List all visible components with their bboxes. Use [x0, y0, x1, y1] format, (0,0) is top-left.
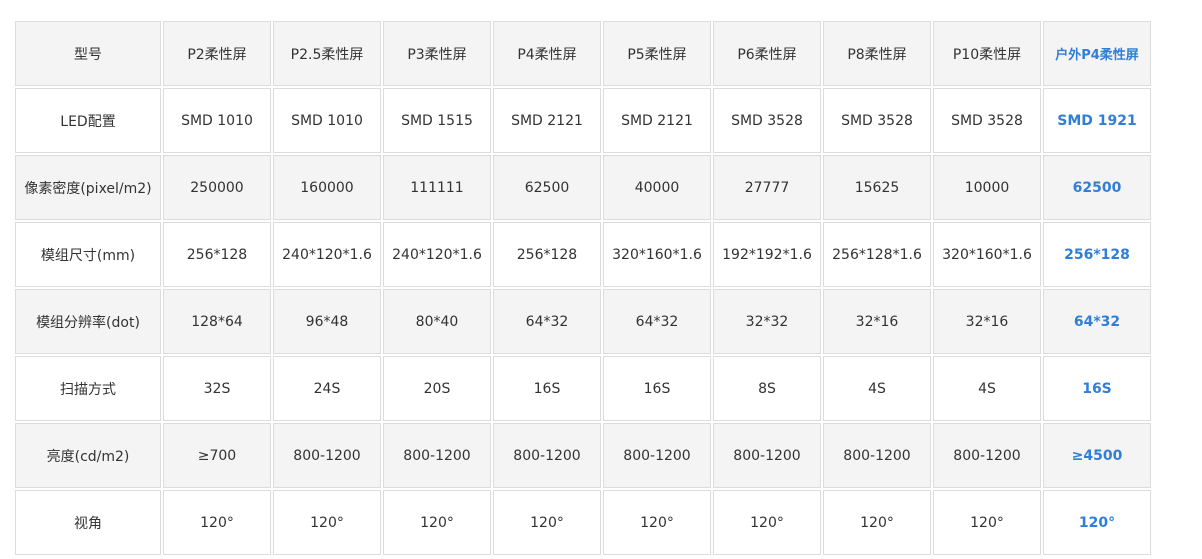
table-cell: 64*32 — [1043, 289, 1151, 354]
table-cell: 120° — [603, 490, 711, 555]
header-cell: 户外P4柔性屏 — [1043, 21, 1151, 86]
table-cell: 10000 — [933, 155, 1041, 220]
table-cell: 256*128 — [1043, 222, 1151, 287]
table-cell: SMD 1921 — [1043, 88, 1151, 153]
table-cell: 320*160*1.6 — [603, 222, 711, 287]
table-cell: SMD 1010 — [273, 88, 381, 153]
spec-table-container: 型号 P2柔性屏 P2.5柔性屏 P3柔性屏 P4柔性屏 P5柔性屏 P6柔性屏 P8柔性屏 P… — [13, 19, 1153, 557]
header-cell: P5柔性屏 — [603, 21, 711, 86]
table-cell: 32S — [163, 356, 271, 421]
table-header-row: 型号 P2柔性屏 P2.5柔性屏 P3柔性屏 P4柔性屏 P5柔性屏 P6柔性屏 P8柔性屏 P… — [15, 21, 1151, 86]
table-cell: 120° — [273, 490, 381, 555]
table-row: 模组分辨率(dot) 128*64 96*48 80*40 64*32 64*32 32*3… — [15, 289, 1151, 354]
table-cell: SMD 3528 — [823, 88, 931, 153]
table-cell: 62500 — [493, 155, 601, 220]
table-cell: 256*128*1.6 — [823, 222, 931, 287]
table-cell: 40000 — [603, 155, 711, 220]
table-cell: SMD 3528 — [933, 88, 1041, 153]
table-cell: 800-1200 — [603, 423, 711, 488]
table-cell: 120° — [1043, 490, 1151, 555]
table-cell: SMD 3528 — [713, 88, 821, 153]
table-row: LED配置 SMD 1010 SMD 1010 SMD 1515 SMD 2121 SMD… — [15, 88, 1151, 153]
table-cell: 16S — [1043, 356, 1151, 421]
table-cell: 192*192*1.6 — [713, 222, 821, 287]
table-cell: 160000 — [273, 155, 381, 220]
table-cell: 800-1200 — [493, 423, 601, 488]
table-cell: 4S — [933, 356, 1041, 421]
header-cell: P8柔性屏 — [823, 21, 931, 86]
table-cell: 256*128 — [493, 222, 601, 287]
table-cell: 256*128 — [163, 222, 271, 287]
table-cell: 800-1200 — [933, 423, 1041, 488]
row-label: 模组尺寸(mm) — [15, 222, 161, 287]
table-row: 视角 120° 120° 120° 120° 120° 120° 120° 120° 120° — [15, 490, 1151, 555]
table-cell: 320*160*1.6 — [933, 222, 1041, 287]
table-cell: 128*64 — [163, 289, 271, 354]
table-cell: SMD 2121 — [603, 88, 711, 153]
table-cell: 120° — [713, 490, 821, 555]
table-cell: 15625 — [823, 155, 931, 220]
table-cell: 96*48 — [273, 289, 381, 354]
table-cell: 32*32 — [713, 289, 821, 354]
table-cell: SMD 1515 — [383, 88, 491, 153]
table-cell: 80*40 — [383, 289, 491, 354]
row-label: 视角 — [15, 490, 161, 555]
table-cell: 111111 — [383, 155, 491, 220]
table-cell: 27777 — [713, 155, 821, 220]
spec-table: 型号 P2柔性屏 P2.5柔性屏 P3柔性屏 P4柔性屏 P5柔性屏 P6柔性屏 P8柔性屏 P… — [13, 19, 1153, 557]
header-cell: P2柔性屏 — [163, 21, 271, 86]
table-cell: 800-1200 — [273, 423, 381, 488]
table-cell: 120° — [163, 490, 271, 555]
table-cell: 24S — [273, 356, 381, 421]
table-cell: 120° — [823, 490, 931, 555]
header-label-model: 型号 — [15, 21, 161, 86]
table-row: 扫描方式 32S 24S 20S 16S 16S 8S 4S 4S 16S — [15, 356, 1151, 421]
table-cell: 32*16 — [933, 289, 1041, 354]
table-cell: 16S — [603, 356, 711, 421]
table-row: 模组尺寸(mm) 256*128 240*120*1.6 240*120*1.6 256… — [15, 222, 1151, 287]
table-cell: 800-1200 — [713, 423, 821, 488]
table-cell: 4S — [823, 356, 931, 421]
table-cell: 800-1200 — [383, 423, 491, 488]
row-label: LED配置 — [15, 88, 161, 153]
table-cell: 20S — [383, 356, 491, 421]
header-cell: P10柔性屏 — [933, 21, 1041, 86]
table-row: 像素密度(pixel/m2) 250000 160000 111111 62500 400… — [15, 155, 1151, 220]
table-cell: 8S — [713, 356, 821, 421]
table-cell: 240*120*1.6 — [273, 222, 381, 287]
row-label: 模组分辨率(dot) — [15, 289, 161, 354]
table-cell: 800-1200 — [823, 423, 931, 488]
table-cell: 120° — [383, 490, 491, 555]
row-label: 扫描方式 — [15, 356, 161, 421]
table-cell: 240*120*1.6 — [383, 222, 491, 287]
header-cell: P6柔性屏 — [713, 21, 821, 86]
header-cell: P2.5柔性屏 — [273, 21, 381, 86]
table-cell: 250000 — [163, 155, 271, 220]
table-cell: 62500 — [1043, 155, 1151, 220]
table-cell: 64*32 — [493, 289, 601, 354]
table-cell: ≥4500 — [1043, 423, 1151, 488]
row-label: 像素密度(pixel/m2) — [15, 155, 161, 220]
table-cell: 64*32 — [603, 289, 711, 354]
table-row: 亮度(cd/m2) ≥700 800-1200 800-1200 800-1200 800… — [15, 423, 1151, 488]
table-cell: 16S — [493, 356, 601, 421]
table-cell: SMD 2121 — [493, 88, 601, 153]
header-cell: P4柔性屏 — [493, 21, 601, 86]
table-cell: 32*16 — [823, 289, 931, 354]
table-cell: 120° — [493, 490, 601, 555]
table-cell: 120° — [933, 490, 1041, 555]
table-cell: SMD 1010 — [163, 88, 271, 153]
header-cell: P3柔性屏 — [383, 21, 491, 86]
table-cell: ≥700 — [163, 423, 271, 488]
row-label: 亮度(cd/m2) — [15, 423, 161, 488]
